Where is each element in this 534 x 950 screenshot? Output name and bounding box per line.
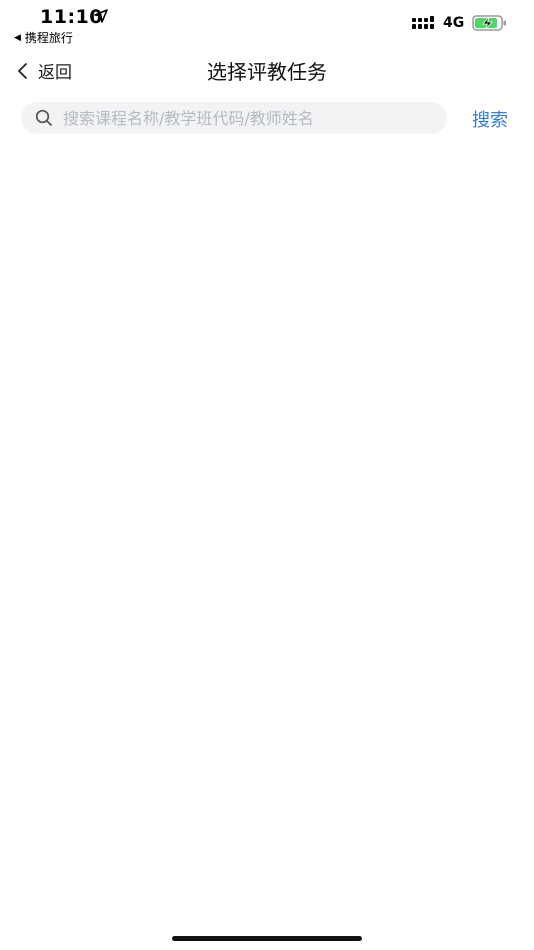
search-input[interactable] (63, 108, 433, 128)
back-app-label: 携程旅行 (24, 31, 73, 45)
home-indicator (172, 936, 362, 941)
page-title: 选择评教任务 (207, 60, 327, 84)
search-box[interactable] (21, 102, 447, 134)
search-icon (35, 109, 52, 126)
status-bar: 11:10 ◀ 携程旅行 4G (0, 0, 534, 48)
signal-icon (412, 16, 434, 29)
back-triangle-icon: ◀ (14, 32, 21, 43)
network-type: 4G (443, 15, 465, 31)
location-arrow-icon (94, 9, 108, 23)
battery-charging-icon (472, 15, 506, 31)
back-to-app-link[interactable]: ◀ 携程旅行 (14, 29, 73, 46)
navigation-bar: 返回 选择评教任务 (0, 50, 534, 92)
search-button[interactable]: 搜索 (472, 106, 508, 132)
